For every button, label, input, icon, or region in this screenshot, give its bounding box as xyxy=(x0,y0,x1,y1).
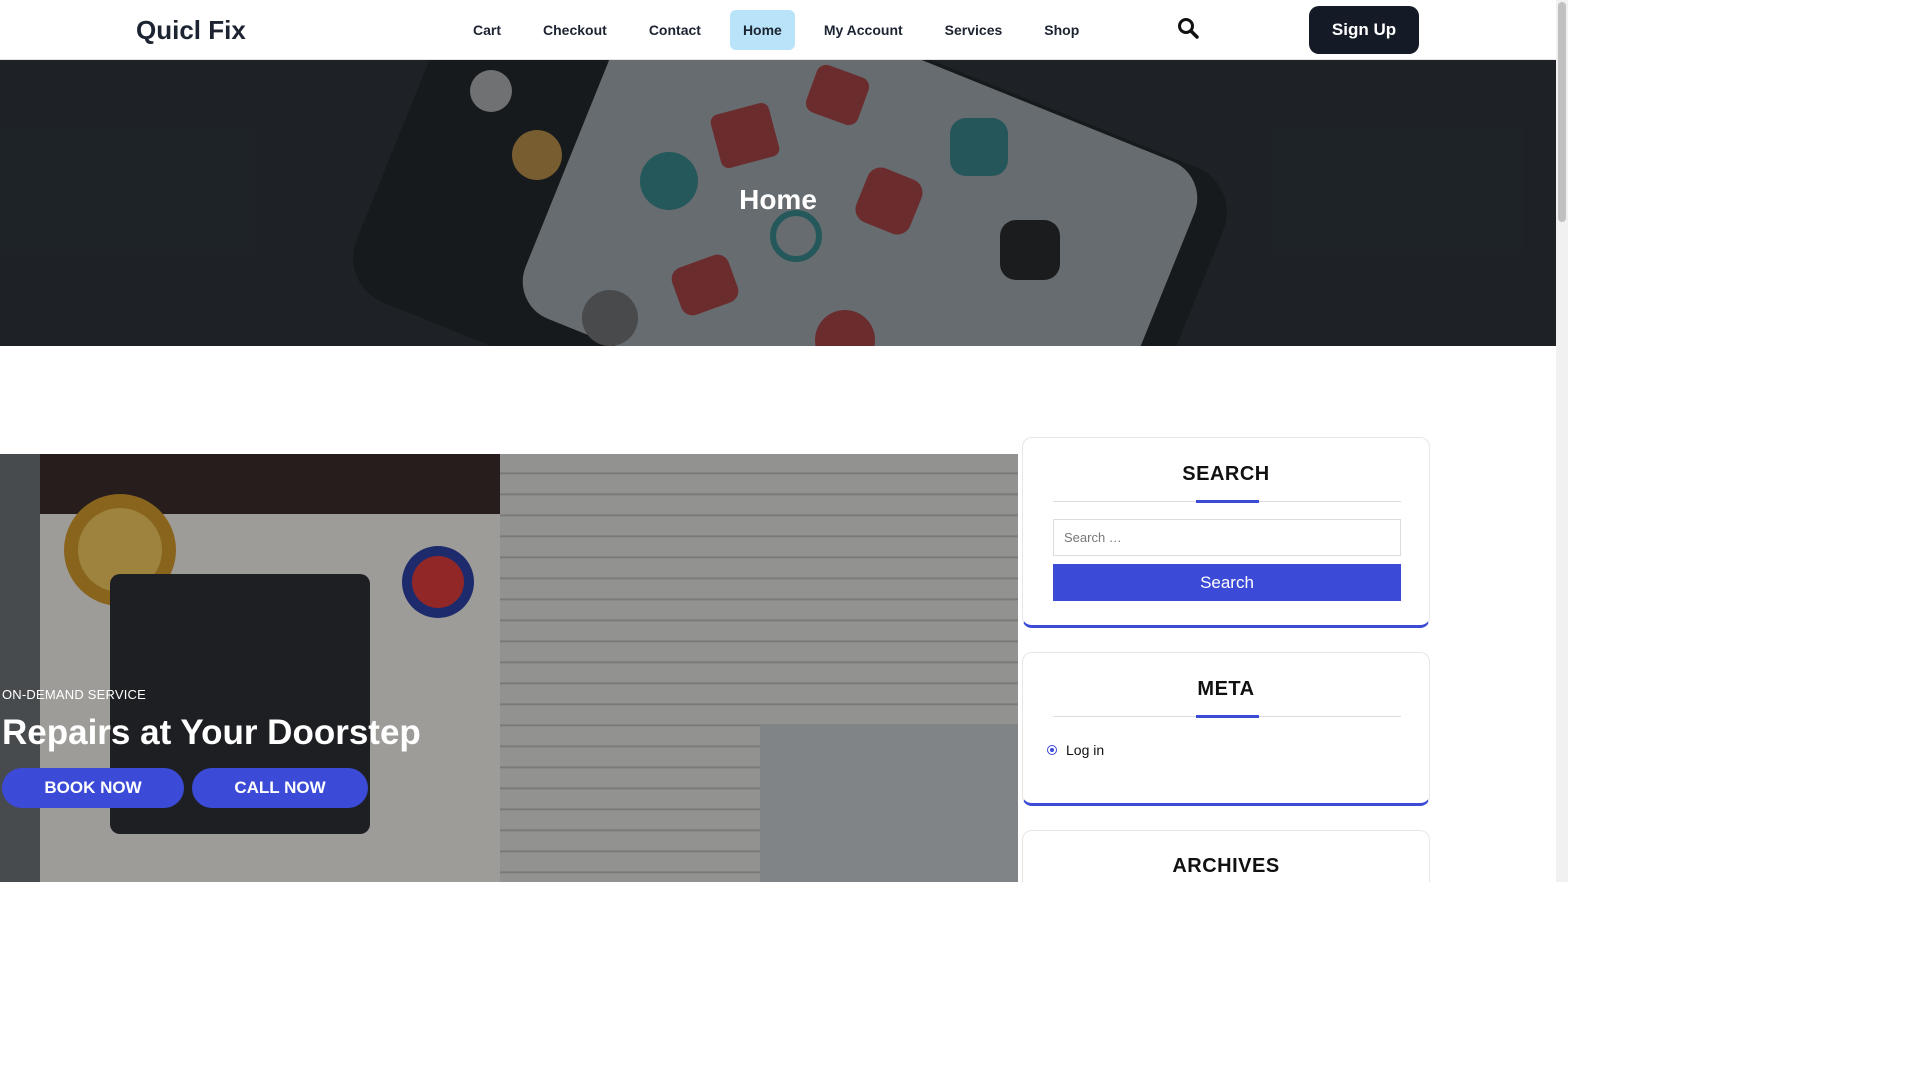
meta-list-item[interactable]: Log in xyxy=(1047,742,1104,758)
meta-widget: META Log in xyxy=(1022,652,1430,806)
slider-title: Repairs at Your Doorstep xyxy=(2,713,421,752)
site-header: Quicl Fix Cart Checkout Contact Home My … xyxy=(0,0,1556,60)
main-nav: Cart Checkout Contact Home My Account Se… xyxy=(460,10,1108,50)
nav-item-shop[interactable]: Shop xyxy=(1031,10,1092,50)
page: Quicl Fix Cart Checkout Contact Home My … xyxy=(0,0,1568,882)
nav-item-my-account[interactable]: My Account xyxy=(811,10,916,50)
widget-accent-bar xyxy=(1196,715,1259,718)
page-scrollbar[interactable] xyxy=(1556,0,1568,882)
widget-title-meta: META xyxy=(1197,678,1255,700)
slider-overlay xyxy=(0,454,1018,882)
log-in-link[interactable]: Log in xyxy=(1066,742,1104,758)
bullet-icon xyxy=(1047,745,1057,755)
call-now-button[interactable]: CALL NOW xyxy=(192,768,368,808)
slider-kicker: ON-DEMAND SERVICE xyxy=(2,687,147,702)
search-input[interactable]: Search … xyxy=(1053,519,1401,556)
widget-title-archives: ARCHIVES xyxy=(1172,855,1280,877)
site-logo[interactable]: Quicl Fix xyxy=(136,15,246,46)
sign-up-button[interactable]: Sign Up xyxy=(1309,6,1419,54)
search-widget: SEARCH Search … Search xyxy=(1022,437,1430,628)
scrollbar-thumb[interactable] xyxy=(1558,2,1566,222)
book-now-button[interactable]: BOOK NOW xyxy=(2,768,184,808)
archives-widget: ARCHIVES xyxy=(1022,830,1430,882)
nav-item-services[interactable]: Services xyxy=(932,10,1016,50)
hero-slider: ON-DEMAND SERVICE Repairs at Your Doorst… xyxy=(0,454,1018,882)
nav-item-contact[interactable]: Contact xyxy=(636,10,714,50)
nav-item-home[interactable]: Home xyxy=(729,10,795,50)
widget-title-search: SEARCH xyxy=(1182,463,1270,485)
search-button[interactable]: Search xyxy=(1053,564,1401,601)
page-hero: Home xyxy=(0,60,1556,346)
nav-item-checkout[interactable]: Checkout xyxy=(530,10,620,50)
widget-accent-bar xyxy=(1196,500,1259,503)
nav-item-cart[interactable]: Cart xyxy=(460,10,514,50)
page-title: Home xyxy=(739,184,817,215)
search-icon[interactable] xyxy=(1176,16,1200,40)
